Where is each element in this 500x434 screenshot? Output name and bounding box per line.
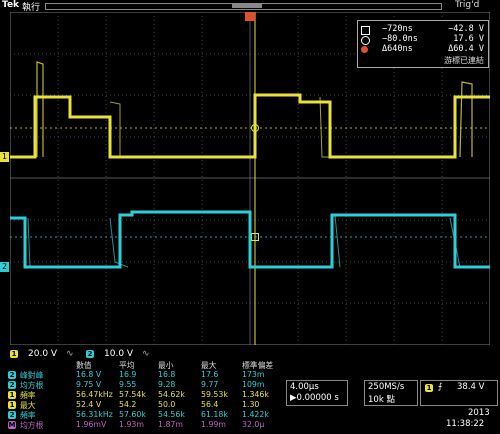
trigger-source-badge: 1 [425,384,433,392]
measurement-value: 50.0 [158,400,176,409]
measurement-value: 54.62k [158,390,185,399]
measurement-row: 2 頻率 56.31kHz 57.60k 54.56k 61.18k 1.422k [6,410,281,420]
delta-icon [361,46,368,53]
horizontal-position: ▶0.00000 s [290,393,339,403]
horizontal-scale: 4.00μs [290,382,319,392]
status-bar: Tek 執行 Trig'd [0,0,500,13]
measurement-channel-badge: 2 [8,411,16,419]
cursor-time: Δ640ns [382,44,413,54]
measurement-channel-badge: 1 [8,391,16,399]
ch1-badge[interactable]: 1 [10,350,18,358]
cursor-volt: Δ60.4 V [448,44,484,54]
ch2-ground-marker[interactable]: 2 [0,262,9,272]
ch1-scale[interactable]: 20.0 V [28,349,57,359]
cursor-link-status: 游標已連結 [444,56,484,65]
trigger-level: 38.4 V [457,382,485,392]
measurement-value: 57.60k [119,410,146,419]
cursor-readout-panel: −720ns −42.8 V −80.0ns 17.6 V Δ640ns Δ60… [357,20,489,68]
measurement-value: 1.346k [242,390,269,399]
trigger-status: Trig'd [455,0,480,10]
cursor-row: Δ640ns Δ60.4 V [358,44,488,55]
measurement-channel-badge: M [8,421,16,429]
cursor-volt: −42.8 V [448,24,484,34]
trigger-panel[interactable]: 1 ⨍ 38.4 V [420,380,498,406]
measurement-row: 1 頻率 56.47kHz 57.54k 54.62k 59.53k 1.346k [6,390,281,400]
measurement-row: 2 均方根 9.75 V 9.55 9.28 9.77 109m [6,380,281,390]
measurement-value: 61.18k [201,410,228,419]
measurement-value: 1.99m [201,420,226,429]
date-label: 2013 [468,408,490,418]
measurement-value: 56.4 [201,400,219,409]
measurement-channel-badge: 2 [8,381,16,389]
measurement-value: 16.9 [119,370,137,379]
ch2-badge[interactable]: 2 [86,350,94,358]
measurement-value: 173m [242,370,265,379]
measurement-value: 9.55 [119,380,137,389]
measurement-row: M 均方根 1.96mV 1.93m 1.87m 1.99m 32.0μ [6,420,281,430]
measurement-value: 16.8 [158,370,176,379]
datetime-panel: 2013 11:38:22 [440,407,496,431]
cursor-volt: 17.6 V [453,34,484,44]
measurement-value: 54.2 [119,400,137,409]
measurement-value: 109m [242,380,265,389]
sample-rate: 250MS/s [368,382,405,392]
ch2-scale[interactable]: 10.0 V [104,349,133,359]
measurement-value: 32.0μ [242,420,265,429]
measurement-row: 1 最大 52.4 V 54.2 50.0 56.4 1.30 [6,400,281,410]
bandwidth-icon: ∿ [66,349,74,359]
measurement-value: 56.47kHz [76,390,113,399]
record-length: 10k 點 [368,395,395,405]
measurement-value: 17.6 [201,370,219,379]
cursor-time: −80.0ns [382,34,418,44]
channel-scale-bar: 1 20.0 V ∿ 2 10.0 V ∿ [8,348,158,360]
measurement-value: 9.75 V [76,380,102,389]
brand-label: Tek [2,0,20,10]
measurement-value: 9.28 [158,380,176,389]
cursor-time: −720ns [382,24,413,34]
ch1-ground-marker[interactable]: 1 [0,152,9,162]
measurement-value: 52.4 V [76,400,102,409]
measurement-value: 57.54k [119,390,146,399]
measurement-name: 均方根 [20,421,44,430]
time-label: 11:38:22 [446,419,485,429]
horizontal-panel[interactable]: 4.00μs ▶0.00000 s [286,380,348,406]
measurement-value: 1.96mV [76,420,107,429]
bandwidth-icon: ∿ [142,349,150,359]
measurement-channel-badge: 2 [8,371,16,379]
acquisition-panel[interactable]: 250MS/s 10k 點 [364,380,418,406]
measurement-value: 1.93m [119,420,144,429]
measurement-value: 16.8 V [76,370,102,379]
measurement-channel-badge: 1 [8,401,16,409]
measurement-value: 9.77 [201,380,219,389]
measurement-table: 數值 平均 最小 最大 標準偏差 2 峰對峰 16.8 V 16.9 16.8 17.6 1… [6,360,281,434]
rising-edge-icon: ⨍ [438,382,443,392]
measurement-value: 1.87m [158,420,183,429]
measurement-value: 56.31kHz [76,410,113,419]
measurement-value: 59.53k [201,390,228,399]
measurement-row: 2 峰對峰 16.8 V 16.9 16.8 17.6 173m [6,370,281,380]
measurement-header-row: 數值 平均 最小 最大 標準偏差 [6,360,281,370]
record-view-window[interactable] [232,3,262,8]
trigger-position-marker [245,12,255,21]
measurement-value: 54.56k [158,410,185,419]
measurement-value: 1.30 [242,400,260,409]
measurement-value: 1.422k [242,410,269,419]
